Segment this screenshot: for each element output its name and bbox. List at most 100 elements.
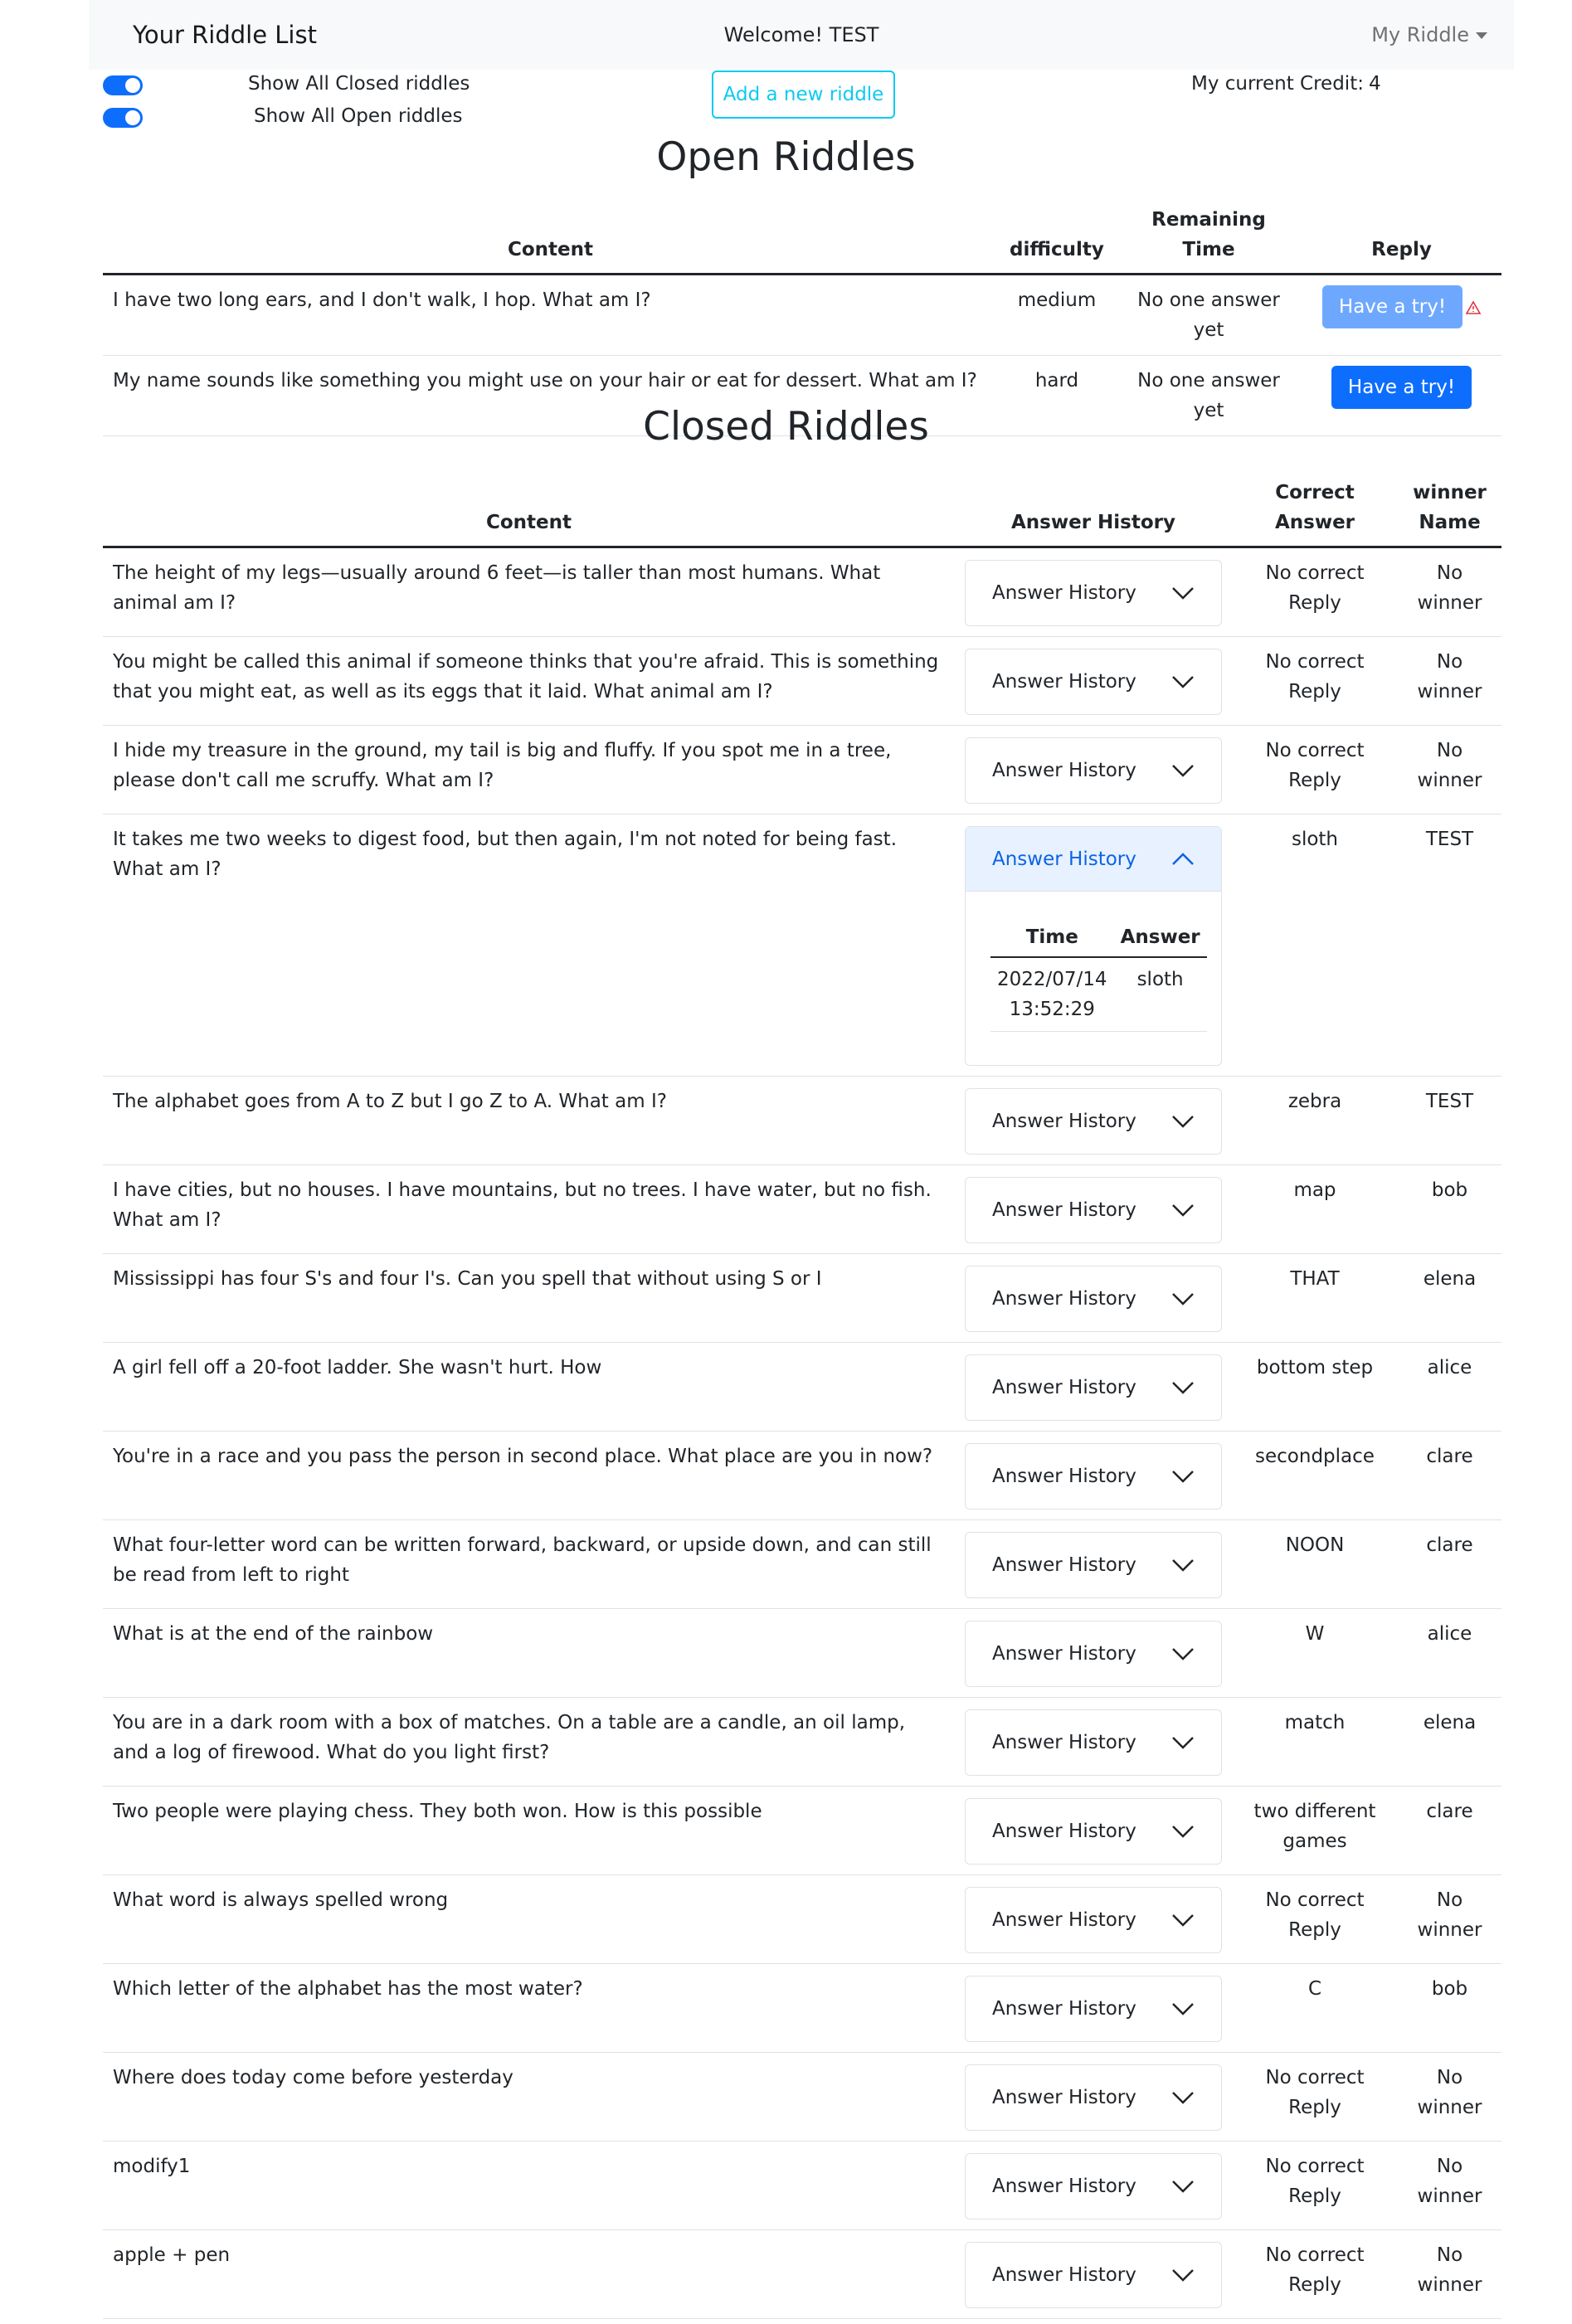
- my-riddle-dropdown[interactable]: My Riddle: [1371, 0, 1487, 70]
- answer-history-cell: Answer History: [955, 2229, 1232, 2319]
- answer-history-cell: Answer History Time Answer 2022/07/14 13:52…: [955, 814, 1232, 1077]
- correct-answer: sloth: [1232, 814, 1398, 1077]
- answer-history-toggle[interactable]: Answer History: [966, 1267, 1221, 1331]
- chevron-down-icon: [1172, 1382, 1194, 1394]
- riddle-content: What is at the end of the rainbow: [103, 1608, 955, 1698]
- header-winner-name: winner Name: [1398, 469, 1501, 548]
- answer-history-label: Answer History: [992, 848, 1136, 870]
- answer-history-toggle[interactable]: Answer History: [966, 1799, 1221, 1864]
- answer-history-toggle[interactable]: Answer History: [966, 649, 1221, 714]
- winner-name: bob: [1398, 1164, 1501, 1254]
- answer-history-toggle[interactable]: Answer History: [966, 2154, 1221, 2219]
- correct-answer: zebra: [1232, 1076, 1398, 1165]
- riddle-content: It takes me two weeks to digest food, bu…: [103, 814, 955, 1077]
- riddle-reply-cell: Have a try!: [1302, 274, 1501, 356]
- navbar: Your Riddle List Welcome! TEST My Riddle: [89, 0, 1514, 70]
- riddle-content: You are in a dark room with a box of mat…: [103, 1697, 955, 1787]
- answer-history-toggle[interactable]: Answer History: [966, 1710, 1221, 1775]
- answer-history-table: Time Answer 2022/07/14 13:52:29 sloth: [990, 918, 1207, 1032]
- answer-history-toggle[interactable]: Answer History: [966, 1533, 1221, 1597]
- riddle-content: I have two long ears, and I don't walk, …: [103, 274, 998, 356]
- answer-history-label: Answer History: [992, 2176, 1136, 2197]
- answer-history-toggle[interactable]: Answer History: [966, 738, 1221, 803]
- toggle-closed-label: Show All Closed riddles: [248, 73, 470, 95]
- chevron-down-icon: [1172, 1737, 1194, 1749]
- answer-history-cell: Answer History: [955, 725, 1232, 814]
- answer-history-label: Answer History: [992, 582, 1136, 604]
- answer-history-toggle[interactable]: Answer History: [966, 561, 1221, 625]
- closed-riddle-row: What four-letter word can be written for…: [103, 1519, 1501, 1609]
- header-content: Content: [103, 469, 955, 548]
- chevron-down-icon: [1172, 1204, 1194, 1217]
- answer-history-cell: Answer History: [955, 636, 1232, 726]
- chevron-down-icon: [1172, 765, 1194, 777]
- riddle-content: The alphabet goes from A to Z but I go Z…: [103, 1076, 955, 1165]
- answer-history-label: Answer History: [992, 1288, 1136, 1310]
- answer-history-accordion: Answer History: [965, 1887, 1222, 1953]
- riddle-content: Where does today come before yesterday: [103, 2052, 955, 2142]
- riddle-content: modify1: [103, 2141, 955, 2230]
- navbar-brand[interactable]: Your Riddle List: [133, 0, 317, 70]
- answer-history-label: Answer History: [992, 2264, 1136, 2286]
- answer-history-cell: Answer History: [955, 2141, 1232, 2230]
- answer-history-label: Answer History: [992, 1466, 1136, 1487]
- riddle-difficulty: medium: [998, 274, 1116, 356]
- chevron-up-icon: [1172, 852, 1194, 865]
- answer-history-toggle[interactable]: Answer History: [966, 1621, 1221, 1686]
- answer-history-cell: Answer History: [955, 547, 1232, 637]
- answer-history-accordion: Answer History: [965, 1798, 1222, 1865]
- header-content: Content: [103, 197, 998, 275]
- closed-riddle-row: apple + pen Answer History No correct Repl…: [103, 2229, 1501, 2319]
- riddle-content: What four-letter word can be written for…: [103, 1519, 955, 1609]
- closed-riddles-table: Content Answer History Correct Answer wi…: [103, 469, 1501, 2319]
- answer-history-toggle[interactable]: Answer History: [966, 2243, 1221, 2307]
- chevron-down-icon: [1172, 1559, 1194, 1572]
- answer-history-accordion: Answer History: [965, 1088, 1222, 1155]
- have-a-try-button[interactable]: Have a try!: [1331, 366, 1472, 409]
- toggle-open-switch[interactable]: [103, 108, 143, 128]
- open-riddles-title: Open Riddles: [656, 134, 916, 180]
- answer-history-cell: Answer History: [955, 1076, 1232, 1165]
- answer-history-label: Answer History: [992, 2087, 1136, 2108]
- toggle-closed-switch[interactable]: [103, 75, 143, 95]
- answer-history-toggle[interactable]: Answer History: [966, 1888, 1221, 1952]
- answer-history-label: Answer History: [992, 1554, 1136, 1576]
- add-riddle-button[interactable]: Add a new riddle: [712, 70, 895, 119]
- answer-history-accordion: Answer History: [965, 560, 1222, 626]
- answer-history-toggle[interactable]: Answer History: [966, 1444, 1221, 1509]
- answer-history-cell: Answer History: [955, 1608, 1232, 1698]
- correct-answer: bottom step: [1232, 1342, 1398, 1432]
- answer-history-toggle[interactable]: Answer History: [966, 827, 1221, 892]
- correct-answer: THAT: [1232, 1253, 1398, 1343]
- credit-display: My current Credit: 4: [1191, 73, 1381, 95]
- answer-history-toggle[interactable]: Answer History: [966, 1089, 1221, 1154]
- answer-history-toggle[interactable]: Answer History: [966, 1178, 1221, 1242]
- answer-history-cell: Answer History: [955, 1697, 1232, 1787]
- answer-history-cell: Answer History: [955, 1253, 1232, 1343]
- closed-riddle-row: A girl fell off a 20-foot ladder. She wa…: [103, 1342, 1501, 1432]
- answer-history-toggle[interactable]: Answer History: [966, 1355, 1221, 1420]
- closed-riddle-row: What word is always spelled wrong Answer …: [103, 1874, 1501, 1964]
- history-time: 2022/07/14 13:52:29: [990, 957, 1114, 1032]
- closed-riddle-row: Two people were playing chess. They both…: [103, 1786, 1501, 1875]
- closed-riddle-row: I have cities, but no houses. I have mou…: [103, 1164, 1501, 1254]
- chevron-down-icon: [1172, 2181, 1194, 2193]
- answer-history-toggle[interactable]: Answer History: [966, 2065, 1221, 2130]
- chevron-down-icon: [1172, 1648, 1194, 1660]
- correct-answer: map: [1232, 1164, 1398, 1254]
- warning-icon: [1466, 300, 1482, 314]
- correct-answer: C: [1232, 1963, 1398, 2053]
- winner-name: bob: [1398, 1963, 1501, 2053]
- answer-history-label: Answer History: [992, 1643, 1136, 1665]
- have-a-try-button[interactable]: Have a try!: [1321, 285, 1463, 328]
- closed-riddle-row: modify1 Answer History No correct Reply No …: [103, 2141, 1501, 2230]
- open-riddles-table: Content difficulty Remaining Time Reply …: [103, 197, 1501, 436]
- closed-riddle-row: You are in a dark room with a box of mat…: [103, 1697, 1501, 1787]
- answer-history-label: Answer History: [992, 1998, 1136, 2020]
- answer-history-accordion: Answer History Time Answer 2022/07/14 13:52…: [965, 826, 1222, 1066]
- answer-history-accordion: Answer History: [965, 1976, 1222, 2042]
- answer-history-toggle[interactable]: Answer History: [966, 1976, 1221, 2041]
- correct-answer: No correct Reply: [1232, 2229, 1398, 2319]
- history-header-row: Time Answer: [990, 918, 1207, 958]
- header-reply: Reply: [1302, 197, 1501, 275]
